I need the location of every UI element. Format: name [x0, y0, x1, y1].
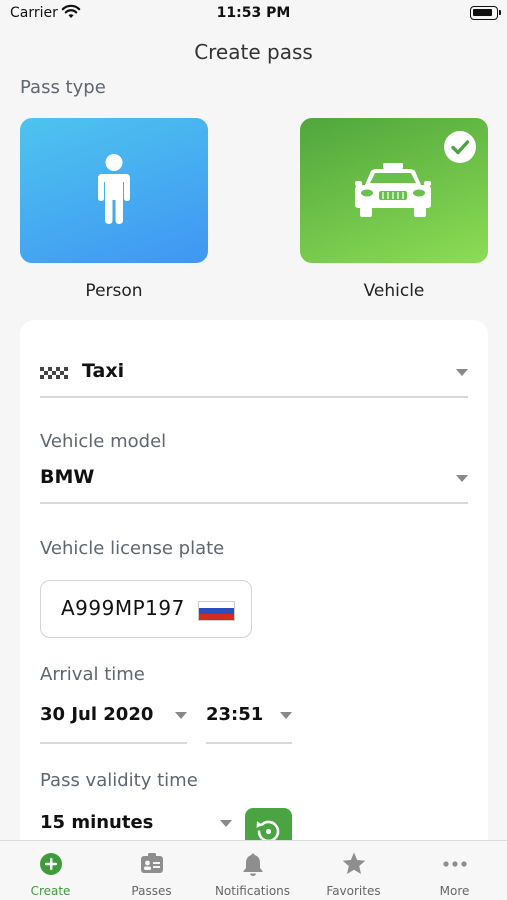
vehicle-model-select[interactable]: BMW — [40, 452, 468, 504]
service-type-select[interactable]: Taxi — [40, 346, 468, 398]
status-bar: Carrier 11:53 PM — [0, 0, 507, 30]
vehicle-form-card: Taxi Vehicle model BMW Vehicle license p… — [20, 320, 488, 900]
tab-favorites-label: Favorites — [326, 884, 381, 898]
arrival-time-value: 23:51 — [206, 704, 264, 725]
tab-create-label: Create — [30, 884, 71, 898]
service-type-value: Taxi — [82, 360, 125, 382]
chevron-down-icon — [456, 369, 468, 376]
status-time: 11:53 PM — [216, 5, 291, 21]
pass-type-vehicle-card[interactable] — [300, 118, 488, 263]
tab-favorites[interactable]: Favorites — [303, 841, 404, 900]
tab-bar: Create Passes Notifications Favorites Mo… — [0, 840, 507, 900]
selected-check-icon — [444, 131, 476, 163]
person-icon — [98, 154, 130, 224]
star-icon — [342, 852, 366, 874]
arrival-date-select[interactable]: 30 Jul 2020 — [40, 692, 187, 744]
vehicle-model-value: BMW — [40, 466, 95, 488]
license-plate-value: A999MP197 — [61, 596, 185, 620]
tab-notifications[interactable]: Notifications — [202, 841, 303, 900]
license-plate-input[interactable]: A999MP197 — [40, 580, 252, 638]
russia-flag-icon — [198, 601, 235, 621]
tab-more-label: More — [439, 884, 470, 898]
tab-passes-label: Passes — [131, 884, 172, 898]
taxi-checker-icon — [40, 367, 68, 379]
arrival-date-value: 30 Jul 2020 — [40, 704, 154, 725]
vehicle-model-label: Vehicle model — [40, 431, 167, 452]
license-plate-label: Vehicle license plate — [40, 538, 225, 559]
tab-create[interactable]: Create — [0, 841, 101, 900]
tab-passes[interactable]: Passes — [101, 841, 202, 900]
tab-more[interactable]: More — [404, 841, 505, 900]
chevron-down-icon — [220, 820, 232, 827]
id-card-icon — [141, 853, 163, 873]
pass-type-vehicle-label: Vehicle — [363, 281, 425, 301]
arrival-time-label: Arrival time — [40, 664, 145, 685]
car-icon — [355, 163, 431, 217]
more-dots-icon — [443, 861, 467, 867]
bell-icon — [243, 853, 263, 876]
plus-circle-icon — [40, 853, 62, 875]
chevron-down-icon — [456, 475, 468, 482]
validity-time-label: Pass validity time — [40, 770, 198, 791]
battery-icon — [470, 6, 501, 20]
pass-type-label: Pass type — [20, 77, 106, 98]
tab-notifications-label: Notifications — [214, 884, 291, 898]
page-title: Create pass — [194, 40, 313, 64]
chevron-down-icon — [280, 712, 292, 719]
pass-type-person-card[interactable] — [20, 118, 208, 263]
validity-time-value: 15 minutes — [40, 812, 154, 833]
arrival-time-select[interactable]: 23:51 — [206, 692, 292, 744]
pass-type-person-label: Person — [85, 281, 143, 301]
chevron-down-icon — [175, 712, 187, 719]
